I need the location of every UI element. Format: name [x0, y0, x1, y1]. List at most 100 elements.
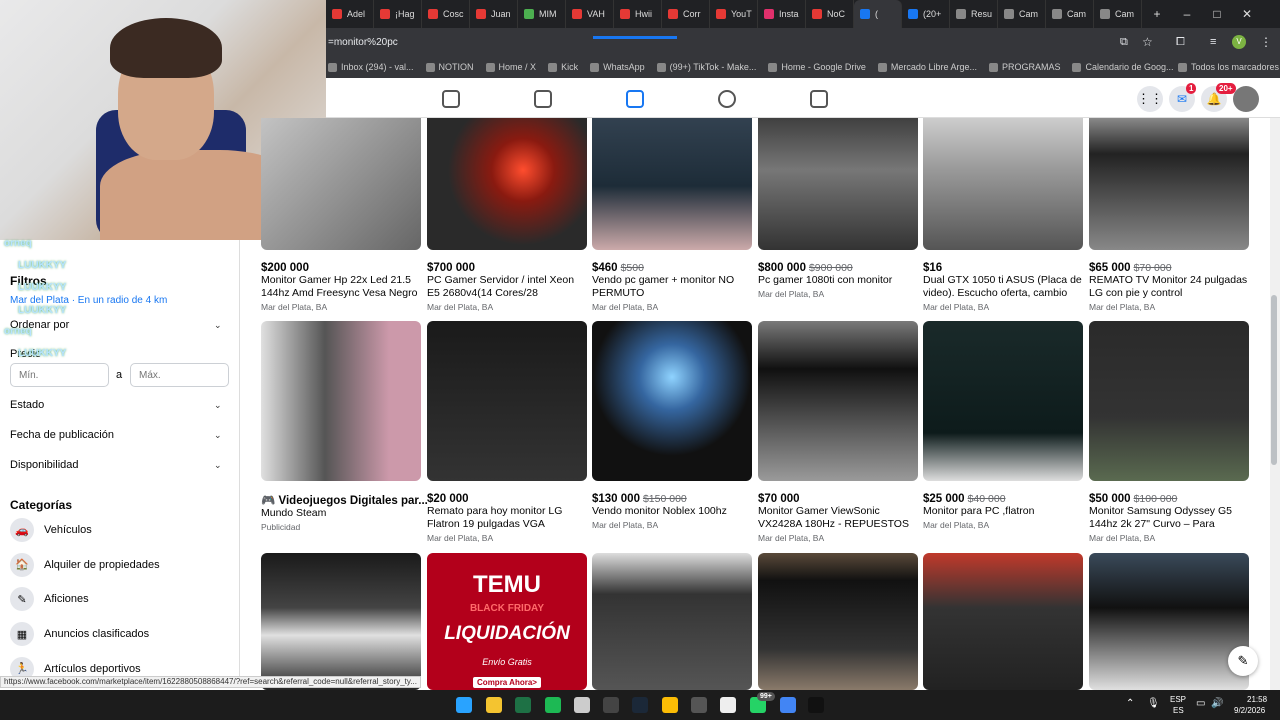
listing-title[interactable]: Remato para hoy monitor LG Flatron 19 pu…: [427, 505, 587, 531]
media-icon[interactable]: ≡: [1210, 36, 1216, 48]
listing-card[interactable]: $50 000 $100 000 Monitor Samsung Odyssey G…: [1089, 321, 1249, 543]
bookmark-item[interactable]: NOTION: [425, 62, 474, 72]
address-bar[interactable]: =monitor%20pc ⧉ ☆ ⧠ ≡ V ⋮: [326, 28, 1280, 56]
browser-tab[interactable]: (: [854, 0, 902, 28]
address-url[interactable]: =monitor%20pc: [328, 37, 398, 48]
browser-tab[interactable]: Insta: [758, 0, 806, 28]
browser-tab[interactable]: NoC: [806, 0, 854, 28]
listing-photo[interactable]: [592, 118, 752, 250]
file-explorer-icon[interactable]: [486, 697, 502, 713]
price-max-input[interactable]: [130, 363, 229, 387]
excel-icon[interactable]: [515, 697, 531, 713]
scrollbar-thumb[interactable]: [1271, 295, 1277, 465]
listing-title[interactable]: Monitor para PC ,flatron: [923, 505, 1083, 518]
epic-games-icon[interactable]: [603, 697, 619, 713]
spotify-icon[interactable]: [545, 697, 561, 713]
bookmark-item[interactable]: Home / X: [485, 62, 536, 72]
listing-card[interactable]: $25 000 $40 000 Monitor para PC ,flatron Ma…: [923, 321, 1083, 530]
listing-card[interactable]: $16 Dual GTX 1050 ti ASUS (Placa de video…: [923, 90, 1083, 312]
bookmark-star-icon[interactable]: ☆: [1142, 35, 1153, 49]
listing-title[interactable]: Mundo Steam: [261, 507, 421, 520]
listing-title[interactable]: Vendo monitor Noblex 100hz: [592, 505, 752, 518]
fecha-dropdown[interactable]: Fecha de publicación: [10, 429, 114, 441]
language-region[interactable]: ES: [1173, 706, 1184, 715]
browser-tab[interactable]: Cam: [1046, 0, 1094, 28]
clock-date[interactable]: 9/2/2026: [1234, 706, 1265, 715]
clock-time[interactable]: 21:58: [1247, 695, 1267, 704]
maximize-icon[interactable]: □: [1202, 7, 1232, 21]
browser-tab[interactable]: Adel: [326, 0, 374, 28]
store-icon[interactable]: [574, 697, 590, 713]
network-icon[interactable]: ▭: [1196, 698, 1205, 709]
listing-title[interactable]: Vendo pc gamer + monitor NO PERMUTO: [592, 274, 752, 300]
browser-tab[interactable]: (20+: [902, 0, 950, 28]
browser-tab[interactable]: VAH: [566, 0, 614, 28]
listing-photo[interactable]: [758, 118, 918, 250]
menu-dots-icon[interactable]: ⋮: [1260, 35, 1272, 49]
listing-title[interactable]: Monitor Gamer ViewSonic VX2428A 180Hz - …: [758, 505, 918, 531]
steam-icon[interactable]: [632, 697, 648, 713]
chrome-icon[interactable]: [780, 697, 796, 713]
listing-photo[interactable]: [592, 553, 752, 690]
browser-tab[interactable]: Cam: [998, 0, 1046, 28]
listing-title[interactable]: Monitor Samsung Odyssey G5 144hz 2k 27" …: [1089, 505, 1249, 531]
listing-photo[interactable]: [1089, 553, 1249, 690]
category-item[interactable]: ✎ Aficiones: [10, 586, 89, 612]
listing-card[interactable]: $200 000 Monitor Gamer Hp 22x Led 21.5 14…: [261, 90, 421, 312]
listing-photo[interactable]: [592, 321, 752, 481]
language-code[interactable]: ESP: [1170, 695, 1186, 704]
install-icon[interactable]: ⧉: [1120, 36, 1128, 49]
temu-cta-button[interactable]: Compra Ahora>: [473, 677, 541, 688]
chrome-icon[interactable]: [662, 697, 678, 713]
listing-card[interactable]: $700 000 PC Gamer Servidor / intel Xeon E…: [427, 90, 587, 312]
listing-card[interactable]: 🎮 Videojuegos Digitales par... Mundo Stea…: [261, 321, 428, 532]
listing-photo[interactable]: [261, 553, 421, 690]
all-bookmarks-folder[interactable]: Todos los marcadores: [1178, 62, 1279, 72]
volume-icon[interactable]: 🔊: [1211, 698, 1223, 709]
listing-card[interactable]: $20 000 Remato para hoy monitor LG Flatro…: [427, 321, 587, 543]
listing-photo[interactable]: [261, 321, 421, 481]
price-min-input[interactable]: [10, 363, 109, 387]
browser-tab[interactable]: Resu: [950, 0, 998, 28]
minimize-icon[interactable]: –: [1172, 7, 1202, 21]
listing-photo[interactable]: [923, 553, 1083, 690]
disponibilidad-dropdown[interactable]: Disponibilidad: [10, 459, 79, 471]
category-item[interactable]: ▦ Anuncios clasificados: [10, 621, 149, 647]
listing-title[interactable]: Pc gamer 1080ti con monitor: [758, 274, 918, 287]
listing-photo[interactable]: [923, 321, 1083, 481]
estado-dropdown[interactable]: Estado: [10, 399, 44, 411]
bookmark-item[interactable]: PROGRAMAS: [988, 62, 1060, 72]
listing-card[interactable]: $65 000 $70 000 REMATO TV Monitor 24 pulga…: [1089, 90, 1249, 312]
new-tab-icon[interactable]: +: [1142, 7, 1172, 21]
bookmark-item[interactable]: Kick: [548, 62, 578, 72]
bookmark-item[interactable]: Calendario de Goog...: [1072, 62, 1174, 72]
listing-photo[interactable]: [923, 118, 1083, 250]
listing-photo[interactable]: [1089, 118, 1249, 250]
browser-tab[interactable]: MIM: [518, 0, 566, 28]
bookmark-item[interactable]: (99+) TikTok - Make...: [656, 62, 756, 72]
listing-card[interactable]: $800 000 $900 000 Pc gamer 1080ti con moni…: [758, 90, 918, 299]
browser-tab[interactable]: Cosc: [422, 0, 470, 28]
listing-photo[interactable]: [1089, 321, 1249, 481]
capcut-icon[interactable]: [720, 697, 736, 713]
listing-title[interactable]: PC Gamer Servidor / intel Xeon E5 2680v4…: [427, 274, 587, 300]
bookmark-item[interactable]: Mercado Libre Arge...: [877, 62, 977, 72]
microphone-icon[interactable]: 🎙: [1147, 698, 1160, 709]
listing-card[interactable]: $130 000 $150 000 Vendo monitor Noblex 100…: [592, 321, 752, 530]
listing-photo[interactable]: [758, 321, 918, 481]
obs-icon[interactable]: [691, 697, 707, 713]
category-item[interactable]: 🚗 Vehículos: [10, 517, 92, 543]
profile-avatar[interactable]: V: [1232, 35, 1246, 49]
temu-ad-banner[interactable]: TEMU BLACK FRIDAY LIQUIDACIÓN Envío Gratis C…: [427, 553, 587, 690]
tray-chevron-icon[interactable]: ⌃: [1126, 698, 1134, 709]
category-item[interactable]: 🏠 Alquiler de propiedades: [10, 552, 160, 578]
listing-title[interactable]: Monitor Gamer Hp 22x Led 21.5 144hz Amd …: [261, 274, 421, 300]
listing-card[interactable]: $70 000 Monitor Gamer ViewSonic VX2428A …: [758, 321, 918, 543]
browser-tab[interactable]: YouT: [710, 0, 758, 28]
listing-card[interactable]: $460 $500 Vendo pc gamer + monitor NO PERM…: [592, 90, 752, 312]
windows-start-icon[interactable]: [456, 697, 472, 713]
bookmark-item[interactable]: Inbox (294) - val...: [328, 62, 414, 72]
browser-tab[interactable]: ¡Hag: [374, 0, 422, 28]
bookmark-item[interactable]: Home - Google Drive: [768, 62, 866, 72]
browser-tab[interactable]: Hwii: [614, 0, 662, 28]
